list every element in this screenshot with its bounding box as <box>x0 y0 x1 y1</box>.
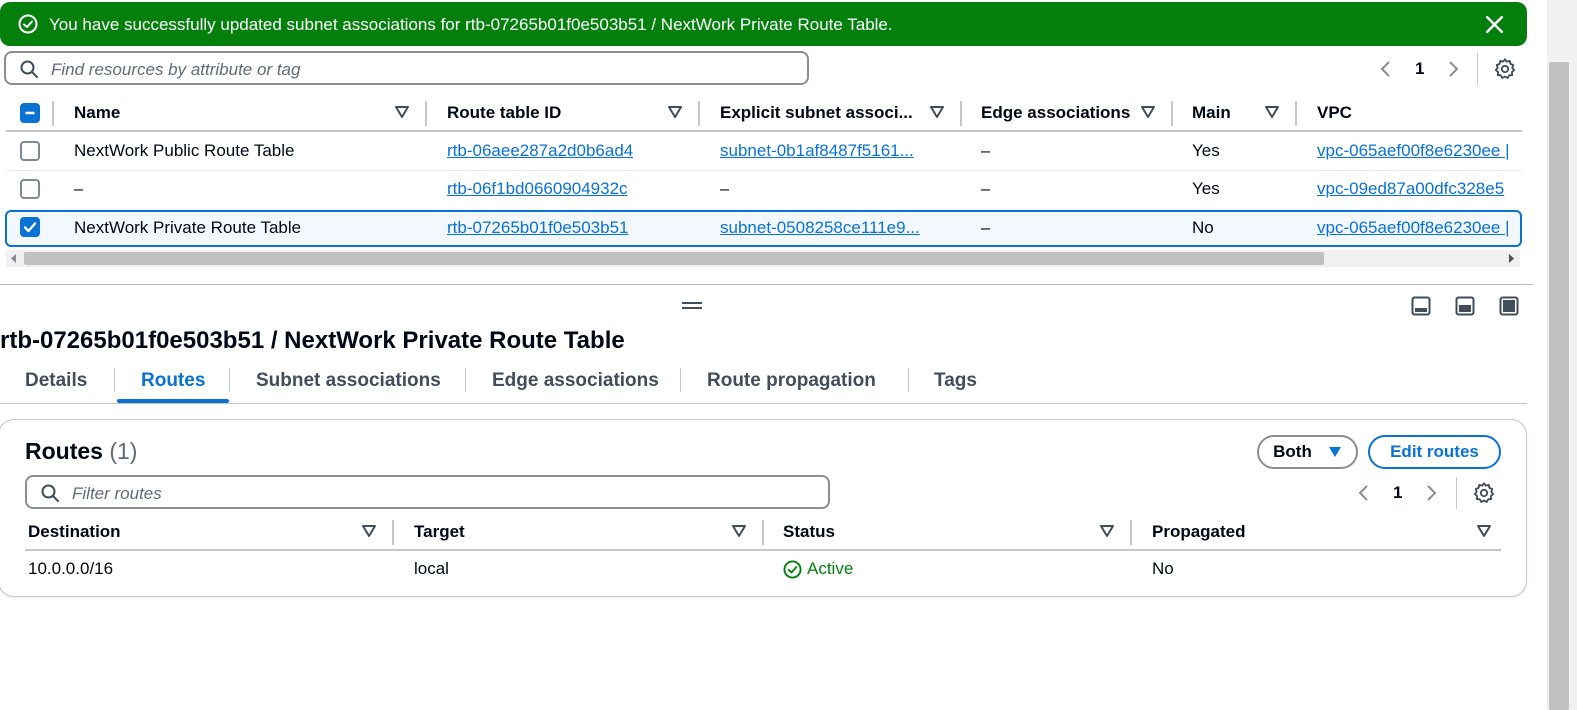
vpc-link[interactable]: vpc-09ed87a00dfc328e5 <box>1317 179 1522 199</box>
route-target: local <box>414 559 449 578</box>
column-header-explicit-subnet[interactable]: Explicit subnet associ... <box>720 103 913 123</box>
route-table-id-link[interactable]: rtb-06aee287a2d0b6ad4 <box>447 141 633 161</box>
column-header-route-table-id[interactable]: Route table ID <box>447 103 561 123</box>
table-horizontal-scrollbar[interactable] <box>6 250 1520 267</box>
vpc-link[interactable]: vpc-065aef00f8e6230ee | <box>1317 218 1520 238</box>
column-header-status[interactable]: Status <box>783 522 835 542</box>
filter-placeholder: Filter routes <box>72 484 162 503</box>
routes-pagination: 1 <box>1357 483 1438 503</box>
page-scrollbar[interactable] <box>1547 0 1577 710</box>
tab-edge-associations[interactable]: Edge associations <box>492 370 659 392</box>
panel-bottom-icon[interactable] <box>1411 296 1431 316</box>
resize-handle-icon[interactable] <box>681 300 703 310</box>
main-value: Yes <box>1192 141 1220 160</box>
row-checkbox[interactable] <box>20 179 40 199</box>
check-circle-icon <box>783 559 802 579</box>
routes-title: Routes <box>25 438 103 464</box>
active-tab-indicator <box>117 399 229 403</box>
explicit-subnet-value: – <box>720 179 730 198</box>
route-status: Active <box>783 559 853 579</box>
column-header-main[interactable]: Main <box>1192 103 1231 123</box>
pagination: 1 <box>1379 59 1460 79</box>
sort-icon[interactable] <box>1477 524 1491 538</box>
routes-count: (1) <box>109 438 138 464</box>
edit-routes-button[interactable]: Edit routes <box>1368 435 1501 469</box>
column-header-target[interactable]: Target <box>414 522 465 542</box>
route-status-label: Active <box>807 559 854 578</box>
sort-icon[interactable] <box>1265 105 1279 119</box>
tab-routes[interactable]: Routes <box>141 370 205 392</box>
sort-icon[interactable] <box>732 524 746 538</box>
row-name: NextWork Public Route Table <box>74 141 295 160</box>
sort-icon[interactable] <box>362 524 376 538</box>
resource-search-input[interactable]: Find resources by attribute or tag <box>4 51 809 85</box>
edge-associations-value: – <box>981 218 991 237</box>
chevron-left-icon[interactable] <box>1357 484 1371 502</box>
tabs-underline <box>0 403 1527 404</box>
tab-tags[interactable]: Tags <box>934 370 977 392</box>
chevron-right-icon[interactable] <box>1424 484 1438 502</box>
sort-icon[interactable] <box>1141 105 1155 119</box>
success-flash-banner: You have successfully updated subnet ass… <box>0 2 1527 46</box>
gear-icon[interactable] <box>1473 482 1495 504</box>
check-circle-icon <box>18 14 38 34</box>
search-icon <box>41 484 59 502</box>
vpc-link[interactable]: vpc-065aef00f8e6230ee | <box>1317 141 1522 161</box>
tab-subnet-associations[interactable]: Subnet associations <box>256 370 441 392</box>
routes-heading: Routes (1) <box>25 438 137 465</box>
banner-message: You have successfully updated subnet ass… <box>49 15 893 34</box>
row-checkbox[interactable] <box>20 141 40 161</box>
search-icon <box>20 60 38 78</box>
chevron-left-icon[interactable] <box>1379 60 1393 78</box>
row-name: NextWork Private Route Table <box>74 218 302 237</box>
subnet-link[interactable]: subnet-0b1af8487f5161... <box>720 141 940 161</box>
routes-page-number[interactable]: 1 <box>1393 483 1402 503</box>
search-placeholder: Find resources by attribute or tag <box>51 60 301 79</box>
both-label: Both <box>1273 442 1312 461</box>
route-propagated: No <box>1152 559 1174 578</box>
tab-route-propagation[interactable]: Route propagation <box>707 370 876 392</box>
select-all-checkbox[interactable] <box>20 103 40 123</box>
sort-icon[interactable] <box>930 105 944 119</box>
route-table-id-link[interactable]: rtb-06f1bd0660904932c <box>447 179 628 199</box>
page-number[interactable]: 1 <box>1415 59 1424 79</box>
close-icon[interactable] <box>1484 14 1505 35</box>
caret-down-icon <box>1328 447 1341 457</box>
sort-icon[interactable] <box>395 105 409 119</box>
row-name: – <box>74 179 84 198</box>
sort-icon[interactable] <box>1100 524 1114 538</box>
column-header-destination[interactable]: Destination <box>28 522 121 542</box>
column-header-vpc[interactable]: VPC <box>1317 103 1352 123</box>
column-header-edge-associations[interactable]: Edge associations <box>981 103 1130 123</box>
panel-middle-icon[interactable] <box>1455 296 1475 316</box>
main-value: No <box>1192 218 1214 237</box>
main-value: Yes <box>1192 179 1220 198</box>
column-header-propagated[interactable]: Propagated <box>1152 522 1246 542</box>
row-checkbox-checked[interactable] <box>20 217 40 237</box>
gear-icon[interactable] <box>1494 58 1516 80</box>
filter-routes-input[interactable]: Filter routes <box>25 475 830 509</box>
route-destination: 10.0.0.0/16 <box>28 559 114 578</box>
scroll-left-icon[interactable] <box>9 253 19 264</box>
panel-full-icon[interactable] <box>1499 296 1519 316</box>
details-title: rtb-07265b01f0e503b51 / NextWork Private… <box>0 327 625 354</box>
chevron-right-icon[interactable] <box>1446 60 1460 78</box>
scroll-right-icon[interactable] <box>1506 253 1516 264</box>
subnet-link[interactable]: subnet-0508258ce111e9... <box>720 218 940 238</box>
both-dropdown[interactable]: Both <box>1257 435 1358 469</box>
route-table-id-link[interactable]: rtb-07265b01f0e503b51 <box>447 218 629 238</box>
split-panel-divider <box>0 284 1533 285</box>
sort-icon[interactable] <box>668 105 682 119</box>
edge-associations-value: – <box>981 141 991 160</box>
tab-details[interactable]: Details <box>25 370 87 392</box>
edge-associations-value: – <box>981 179 991 198</box>
column-header-name[interactable]: Name <box>74 103 120 123</box>
